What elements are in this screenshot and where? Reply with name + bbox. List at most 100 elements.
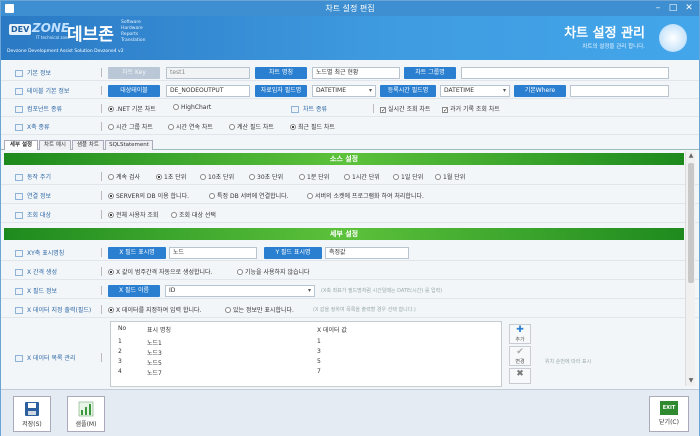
y-display-button[interactable]: Y 필드 표시명 bbox=[264, 247, 322, 259]
title-bar: 차트 설정 편집 – □ ✕ bbox=[1, 1, 699, 16]
chart-name-button[interactable]: 차트 명칭 bbox=[255, 67, 307, 79]
scroll-up-icon[interactable]: ▲ bbox=[687, 152, 695, 160]
table-row[interactable]: 2 bbox=[118, 348, 122, 355]
vertical-scrollbar[interactable]: ▲ ▼ bbox=[685, 151, 695, 386]
select-target-radio[interactable]: 조회 대상 선택 bbox=[171, 210, 216, 219]
chart-group-field[interactable] bbox=[461, 67, 669, 79]
window-title: 차트 설정 편집 bbox=[325, 4, 375, 13]
conn-server-db-radio[interactable]: SERVER의 DB 이용 합니다. bbox=[108, 191, 189, 200]
poll-continuous-radio[interactable]: 계속 검사 bbox=[108, 172, 140, 181]
form-icon bbox=[15, 193, 23, 200]
col-no: No bbox=[118, 325, 127, 332]
tab-sql-statement[interactable]: SQLStatement bbox=[105, 140, 153, 150]
base-where-field[interactable] bbox=[570, 85, 669, 97]
sample-button[interactable]: 샘플(M) bbox=[67, 396, 105, 432]
tab-sample-chart[interactable]: 샘플 차트 bbox=[72, 140, 104, 150]
base-where-button[interactable]: 기본Where bbox=[514, 85, 566, 97]
poll-10s-radio[interactable]: 10초 단위 bbox=[200, 172, 234, 181]
conn-socket-radio[interactable]: 서버의 소켓에 프로그램화 하여 처리합니다. bbox=[307, 191, 424, 200]
tab-chart-example[interactable]: 차트 예시 bbox=[39, 140, 71, 150]
x-field-name-button[interactable]: X 필드 이름 bbox=[108, 285, 160, 297]
x-data-specify-radio[interactable]: X 데이터를 지정하여 입력 합니다. bbox=[108, 305, 201, 314]
history-chart-checkbox[interactable]: ✓ 과거 기록 조회 차트 bbox=[442, 104, 500, 114]
query-target-row: 조회 대상 전체 사용자 조회 조회 대상 선택 bbox=[1, 206, 699, 223]
poll-1mo-radio[interactable]: 1월 단위 bbox=[435, 172, 465, 181]
delete-button[interactable]: ✖ bbox=[509, 368, 531, 384]
poll-1h-radio[interactable]: 1시간 단위 bbox=[344, 172, 380, 181]
x-type-row: X축 종류 시간 그룹 차트 시간 연속 차트 계산 필드 차트 최근 필드 차… bbox=[1, 118, 699, 135]
x-data-output-row: X 데이터 지정 출력(필드) X 데이터를 지정하여 입력 합니다. 있는 정… bbox=[1, 301, 699, 318]
x-data-existing-radio[interactable]: 있는 정보만 표시합니다. bbox=[225, 305, 294, 314]
target-table-field[interactable]: DE_NODEOUTPUT bbox=[166, 85, 250, 97]
poll-cycle-label: 동작 주기 bbox=[15, 172, 51, 181]
poll-1d-radio[interactable]: 1일 단위 bbox=[393, 172, 423, 181]
form-icon bbox=[15, 212, 23, 219]
x-data-hint: (X 값을 정하여 목록을 출력할 경우 선택 합니다.) bbox=[313, 307, 416, 313]
table-row[interactable]: 4 bbox=[118, 368, 122, 375]
chart-key-field[interactable]: test1 bbox=[166, 67, 250, 79]
time-field-select[interactable]: DATETIME bbox=[312, 85, 376, 97]
col-display-name: 표시 명칭 bbox=[147, 327, 171, 334]
highchart-radio[interactable]: HighChart bbox=[173, 104, 211, 111]
save-button[interactable]: 저장(S) bbox=[13, 396, 51, 432]
form-icon bbox=[15, 288, 23, 295]
maximize-button[interactable]: □ bbox=[666, 2, 680, 14]
minimize-button[interactable]: – bbox=[651, 2, 665, 14]
form-icon bbox=[15, 70, 23, 77]
dotnet-chart-radio[interactable]: .NET 기본 차트 bbox=[108, 104, 156, 113]
x-interval-auto-radio[interactable]: X 값이 범주간격 자동으로 생성합니다. bbox=[108, 267, 212, 276]
poll-1m-radio[interactable]: 1분 단위 bbox=[299, 172, 329, 181]
tab-detail-settings[interactable]: 세부 설정 bbox=[4, 140, 38, 150]
add-button[interactable]: ✚ 추가 bbox=[509, 324, 531, 344]
reg-time-select[interactable]: DATETIME bbox=[440, 85, 510, 97]
component-label: 컴포넌트 종류 bbox=[15, 104, 62, 113]
logo-zone: ZONE bbox=[32, 21, 70, 35]
detail-settings-header: 세부 설정 bbox=[4, 228, 684, 240]
form-icon bbox=[15, 307, 23, 314]
time-group-radio[interactable]: 시간 그룹 차트 bbox=[108, 122, 153, 131]
poll-30s-radio[interactable]: 30초 단위 bbox=[249, 172, 283, 181]
query-target-label: 조회 대상 bbox=[15, 210, 51, 219]
x-field-label: X 필드 정보 bbox=[15, 286, 57, 295]
basic-info-row: 기본 정보 차트 Key test1 차트 명칭 노드별 최근 현황 차트 그룹… bbox=[1, 64, 699, 81]
check-icon: ✔ bbox=[516, 347, 524, 357]
xy-label-row: XY축 표시명칭 X 필드 표시명 노드 Y 필드 표시명 측정값 bbox=[1, 244, 699, 261]
time-continuous-radio[interactable]: 시간 연속 차트 bbox=[168, 122, 213, 131]
chart-key-button[interactable]: 차트 Key bbox=[108, 67, 160, 79]
table-row[interactable]: 1 bbox=[118, 338, 122, 345]
realtime-chart-checkbox[interactable]: ✓ 실시간 조회 차트 bbox=[380, 104, 430, 114]
chart-group-button[interactable]: 차트 그룹명 bbox=[404, 67, 456, 79]
reg-time-button[interactable]: 등록시간 필드명 bbox=[380, 85, 436, 97]
logo-korean: 데브존 bbox=[67, 25, 114, 45]
page-description: 차트의 설정을 관리 합니다. bbox=[582, 44, 645, 50]
component-row: 컴포넌트 종류 .NET 기본 차트 HighChart 차트 종류 ✓ 실시간 … bbox=[1, 100, 699, 117]
delete-icon: ✖ bbox=[516, 369, 524, 379]
chart-icon bbox=[78, 401, 94, 417]
logo-words: Software Hardware Reports Translation bbox=[121, 20, 146, 43]
exit-icon: EXIT bbox=[660, 401, 678, 415]
target-table-button[interactable]: 대상테이블 bbox=[108, 85, 160, 97]
x-interval-row: X 간격 생성 X 값이 범주간격 자동으로 생성합니다. 기능을 사용하지 않… bbox=[1, 263, 699, 280]
xy-label: XY축 표시명칭 bbox=[15, 248, 64, 257]
close-dialog-button[interactable]: EXIT 닫기(C) bbox=[649, 396, 689, 432]
recent-field-radio[interactable]: 최근 필드 차트 bbox=[290, 122, 335, 131]
scroll-down-icon[interactable]: ▼ bbox=[687, 377, 695, 385]
close-button[interactable]: ✕ bbox=[682, 2, 696, 14]
x-display-button[interactable]: X 필드 표시명 bbox=[108, 247, 166, 259]
scroll-thumb[interactable] bbox=[688, 163, 694, 283]
x-interval-off-radio[interactable]: 기능을 사용하지 않습니다 bbox=[237, 267, 310, 276]
calc-field-radio[interactable]: 계산 필드 차트 bbox=[229, 122, 274, 131]
basic-info-label: 기본 정보 bbox=[15, 68, 51, 77]
chart-name-field[interactable]: 노드별 최근 현황 bbox=[312, 67, 400, 79]
form-icon bbox=[15, 174, 23, 181]
table-row[interactable]: 3 bbox=[118, 358, 122, 365]
edit-button[interactable]: ✔ 변경 bbox=[509, 346, 531, 366]
x-field-select[interactable]: ID bbox=[165, 285, 315, 297]
all-users-radio[interactable]: 전체 사용자 조회 bbox=[108, 210, 158, 219]
x-display-field[interactable]: 노드 bbox=[169, 247, 257, 259]
y-display-field[interactable]: 측정값 bbox=[325, 247, 409, 259]
poll-1s-radio[interactable]: 1초 단위 bbox=[156, 172, 186, 181]
sort-hint: 위치 순번에 따라 표시 bbox=[545, 359, 592, 365]
time-field-button[interactable]: 자료입자 필드명 bbox=[255, 85, 307, 97]
conn-specific-db-radio[interactable]: 특정 DB 서버에 연결합니다. bbox=[209, 191, 289, 200]
